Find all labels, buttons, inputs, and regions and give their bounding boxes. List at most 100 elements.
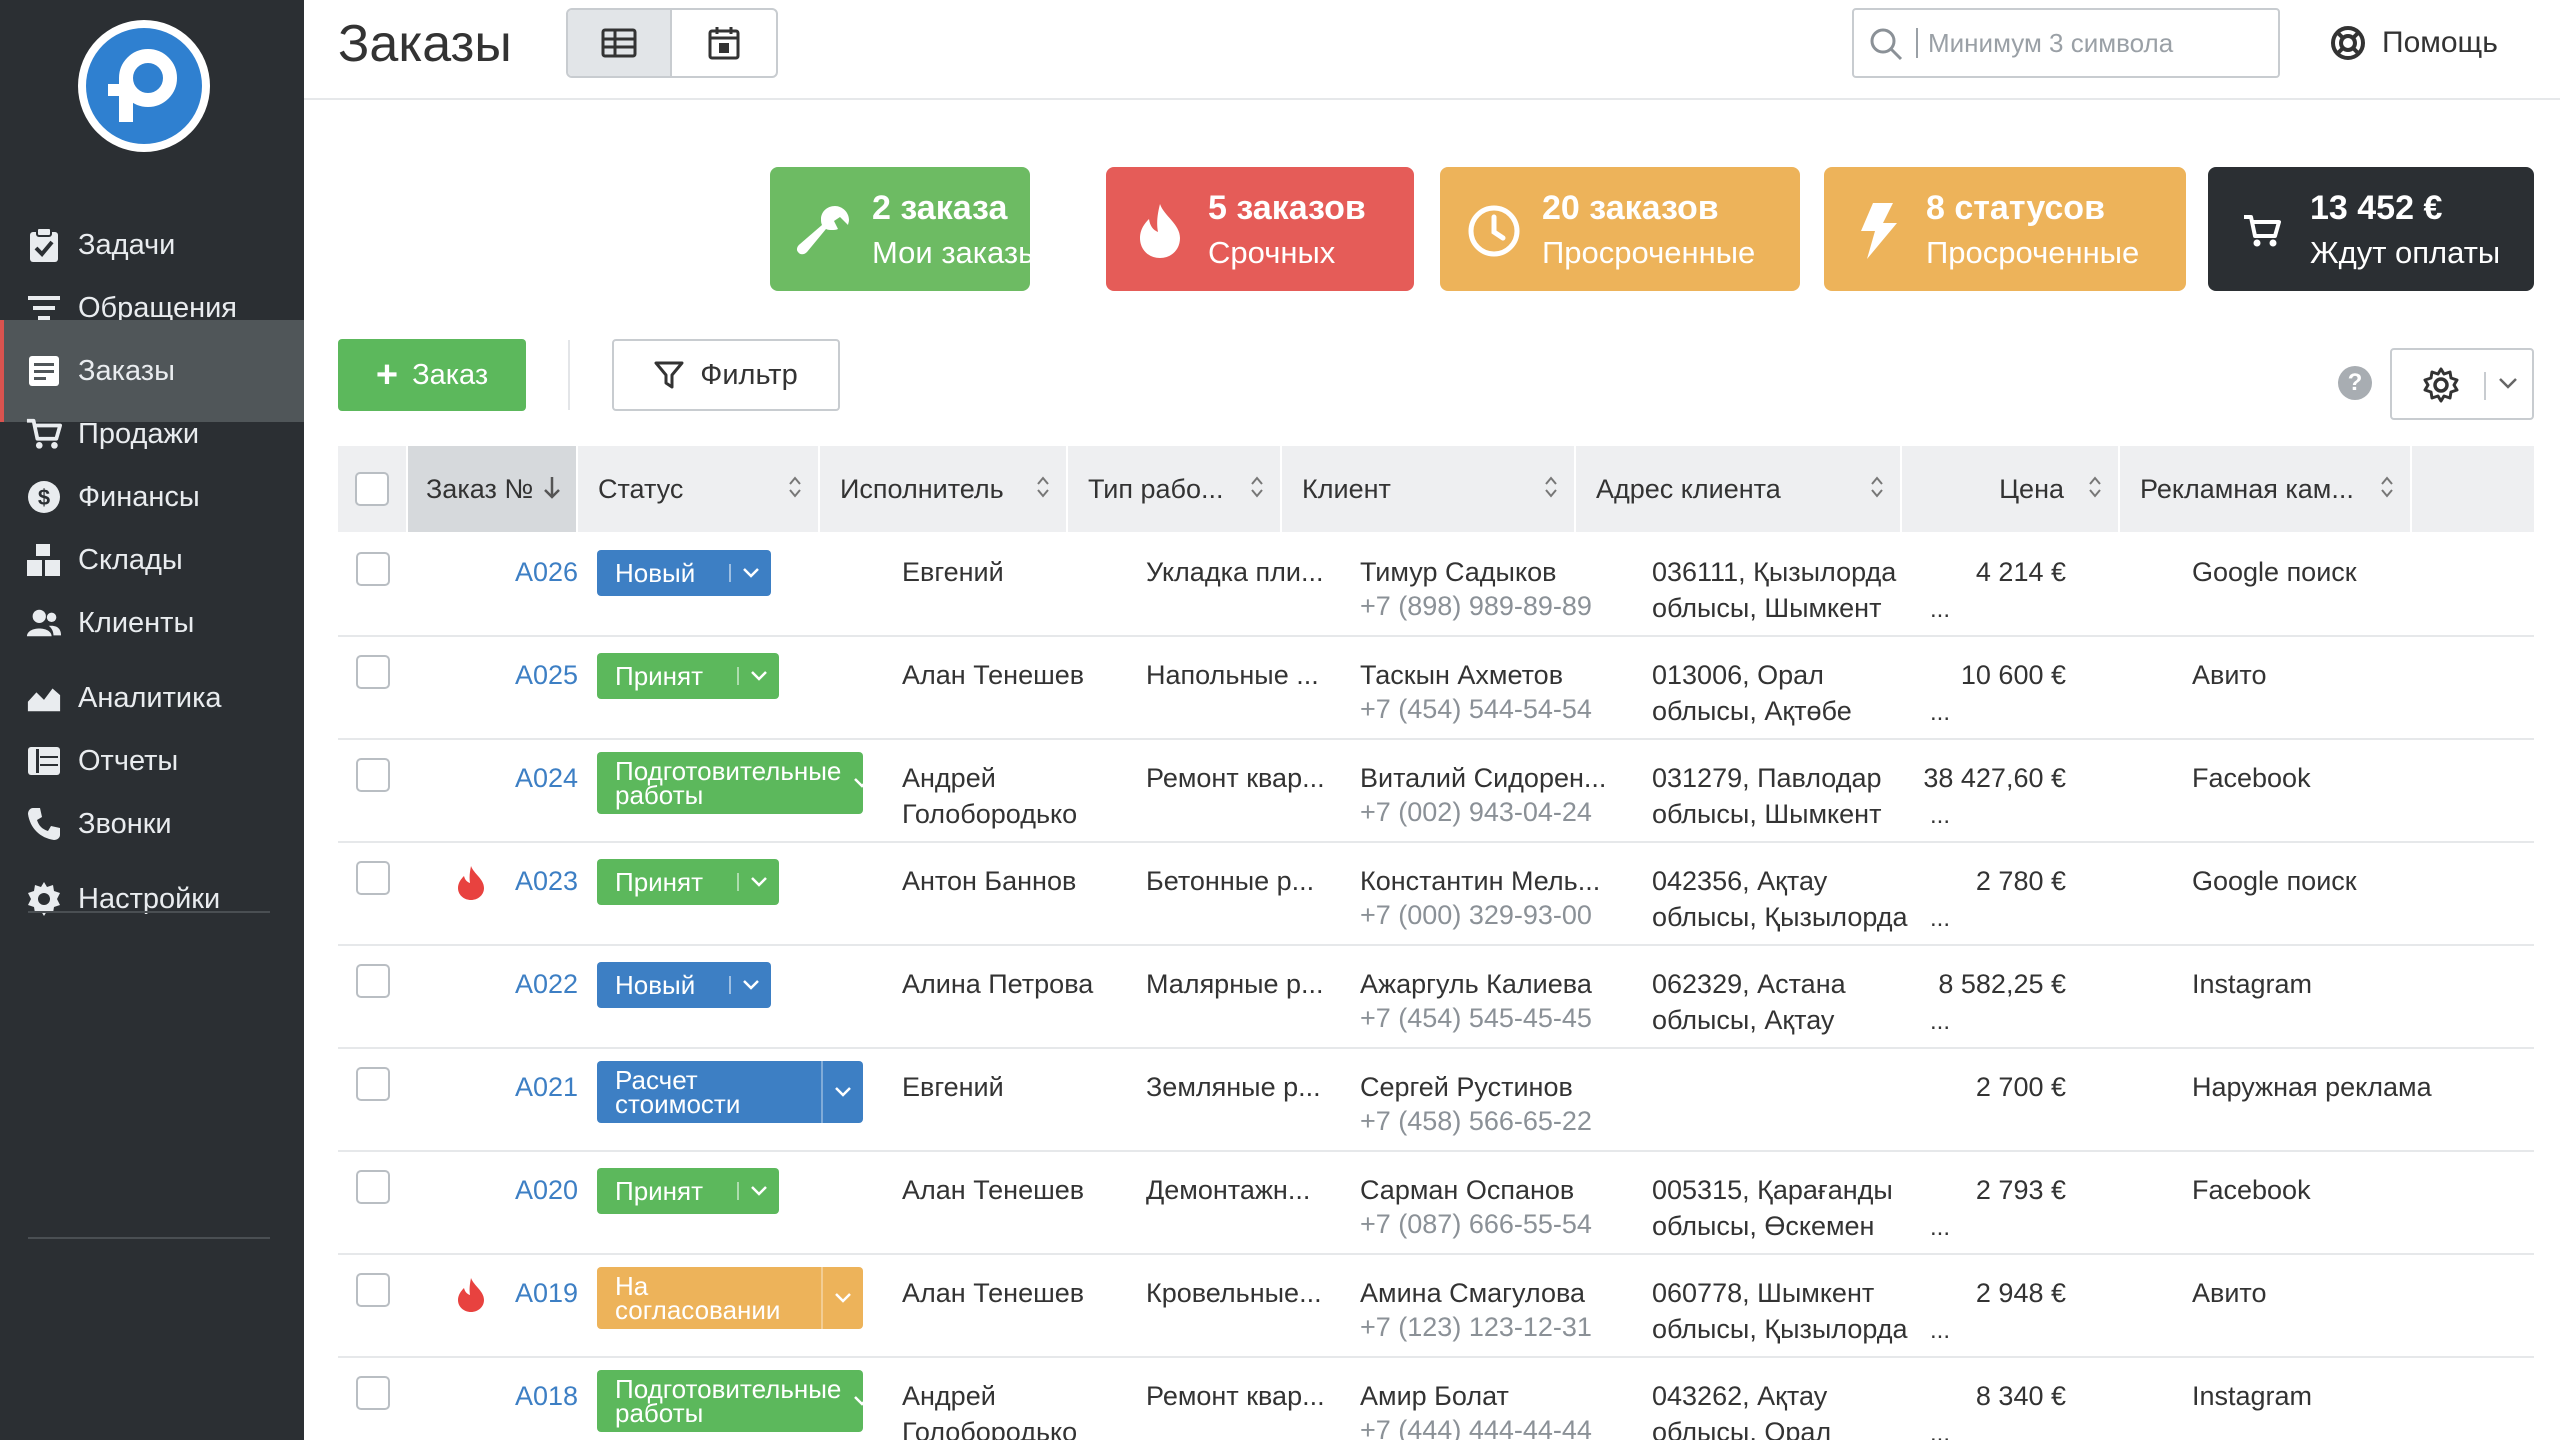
stat-card-0[interactable]: 2 заказа Мои заказы: [770, 167, 1040, 291]
order-number-link[interactable]: A018: [498, 1378, 578, 1414]
chevron-down-icon: [739, 1185, 779, 1197]
status-dropdown[interactable]: Новый: [597, 550, 771, 596]
filter-button[interactable]: Фильтр: [612, 339, 840, 411]
row-checkbox[interactable]: [356, 1376, 390, 1410]
order-number-link[interactable]: A022: [498, 966, 578, 1002]
row-checkbox[interactable]: [356, 1273, 390, 1307]
order-number-link[interactable]: A020: [498, 1172, 578, 1208]
stat-card-3[interactable]: 8 статусов Просроченные: [1824, 167, 2186, 291]
row-checkbox[interactable]: [356, 758, 390, 792]
status-dropdown[interactable]: Расчет стоимости: [597, 1061, 863, 1123]
table-view-button[interactable]: [568, 10, 673, 76]
order-number-link[interactable]: A026: [498, 554, 578, 590]
table-row[interactable]: A021 Расчет стоимости Евгений Земляные р...…: [338, 1049, 2534, 1152]
client-phone: +7 (000) 329-93-00: [1360, 900, 1592, 930]
column-header-label: Цена: [1999, 473, 2064, 504]
client-name[interactable]: Сарман Оспанов: [1360, 1172, 1574, 1208]
select-all-checkbox[interactable]: [355, 472, 389, 506]
order-number-link[interactable]: A025: [498, 657, 578, 693]
client-name[interactable]: Тимур Садыков: [1360, 554, 1556, 590]
order-number-link[interactable]: A021: [498, 1069, 578, 1105]
stat-card-title: 8 статусов: [1926, 189, 2105, 227]
column-header-4[interactable]: Клиент: [1284, 446, 1576, 532]
filter-icon: [654, 361, 684, 389]
table-row[interactable]: A023 Принят Антон Баннов Бетонные р... Конст…: [338, 843, 2534, 946]
column-header-3[interactable]: Тип рабо...: [1070, 446, 1282, 532]
table-row[interactable]: A018 Подготовительные работы Андрей Голобор…: [338, 1358, 2534, 1440]
calendar-view-button[interactable]: [672, 10, 776, 76]
column-header-7[interactable]: Рекламная кам...: [2122, 446, 2412, 532]
status-label: Принят: [615, 1176, 704, 1206]
address-more[interactable]: ...: [1930, 596, 1950, 624]
chevron-down-icon: [823, 1292, 863, 1304]
app-logo[interactable]: [78, 20, 210, 152]
client-name[interactable]: Таскын Ахметов: [1360, 657, 1563, 693]
client-address-line2: облысы, Қызылорда: [1652, 902, 1908, 932]
client-name[interactable]: Константин Мель...: [1360, 863, 1600, 899]
table-row[interactable]: A024 Подготовительные работы Андрей Голобор…: [338, 740, 2534, 843]
table-row[interactable]: A019 На согласовании Алан Тенешев Кровельны…: [338, 1255, 2534, 1358]
search-input[interactable]: [1928, 20, 2268, 66]
order-number-link[interactable]: A019: [498, 1275, 578, 1311]
ad-campaign: Наружная реклама: [2192, 1072, 2432, 1102]
help-link[interactable]: Помощь: [2330, 18, 2498, 68]
status-dropdown[interactable]: Принят: [597, 653, 779, 699]
address-more[interactable]: ...: [1930, 802, 1950, 830]
column-header-5[interactable]: Адрес клиента: [1578, 446, 1902, 532]
row-checkbox[interactable]: [356, 655, 390, 689]
client-name[interactable]: Амир Болат: [1360, 1378, 1509, 1414]
status-dropdown[interactable]: На согласовании: [597, 1267, 863, 1329]
status-label: Расчет стоимости: [615, 1065, 741, 1119]
address-more[interactable]: ...: [1930, 1420, 1950, 1440]
column-header-2[interactable]: Исполнитель: [822, 446, 1068, 532]
column-header-0[interactable]: Заказ №: [408, 446, 578, 532]
stat-card-1[interactable]: 5 заказов Срочных: [1106, 167, 1414, 291]
column-header-1[interactable]: Статус: [580, 446, 820, 532]
client-name[interactable]: Виталий Сидорен...: [1360, 760, 1606, 796]
table-row[interactable]: A026 Новый Евгений Укладка пли... Тимур Сады…: [338, 534, 2534, 637]
plus-icon: +: [375, 354, 399, 396]
address-more[interactable]: ...: [1930, 1317, 1950, 1345]
column-header-label: Заказ №: [426, 473, 534, 504]
order-number-link[interactable]: A023: [498, 863, 578, 899]
status-label: Принят: [615, 867, 704, 897]
status-dropdown[interactable]: Новый: [597, 962, 771, 1008]
table-settings-button[interactable]: [2390, 348, 2534, 420]
order-number-link[interactable]: A024: [498, 760, 578, 796]
column-header-label: Статус: [598, 473, 684, 504]
sort-icon: [2380, 474, 2394, 507]
executor-name: Антон Баннов: [902, 866, 1077, 896]
client-name[interactable]: Амина Смагулова: [1360, 1275, 1585, 1311]
column-header-label: Рекламная кам...: [2140, 473, 2354, 504]
add-order-button[interactable]: + Заказ: [338, 339, 526, 411]
status-label: Новый: [615, 970, 696, 1000]
address-more[interactable]: ...: [1930, 1008, 1950, 1036]
address-more[interactable]: ...: [1930, 905, 1950, 933]
client-address-line1: 043262, Ақтау: [1652, 1381, 1828, 1411]
ad-campaign: Google поиск: [2192, 557, 2357, 587]
stat-card-2[interactable]: 20 заказов Просроченные: [1440, 167, 1800, 291]
help-question-icon[interactable]: ?: [2338, 366, 2372, 400]
row-checkbox[interactable]: [356, 861, 390, 895]
table-row[interactable]: A025 Принят Алан Тенешев Напольные ... Таскы…: [338, 637, 2534, 740]
status-dropdown[interactable]: Принят: [597, 859, 779, 905]
stat-card-4[interactable]: 13 452 € Ждут оплаты: [2208, 167, 2534, 291]
row-checkbox[interactable]: [356, 1170, 390, 1204]
client-name[interactable]: Сергей Рустинов: [1360, 1069, 1573, 1105]
client-address-line2: облысы, Шымкент: [1652, 593, 1882, 623]
address-more[interactable]: ...: [1930, 1214, 1950, 1242]
row-checkbox[interactable]: [356, 552, 390, 586]
sidebar-item-10[interactable]: Настройки: [0, 848, 304, 950]
address-more[interactable]: ...: [1930, 699, 1950, 727]
row-checkbox[interactable]: [356, 1067, 390, 1101]
client-name[interactable]: Ажаргуль Калиева: [1360, 966, 1592, 1002]
status-dropdown[interactable]: Подготовительные работы: [597, 752, 871, 814]
table-row[interactable]: A020 Принят Алан Тенешев Демонтажн... Сарман…: [338, 1152, 2534, 1255]
column-header-6[interactable]: Цена: [1904, 446, 2120, 532]
row-checkbox[interactable]: [356, 964, 390, 998]
stat-card-title: 5 заказов: [1208, 189, 1366, 227]
order-price: 2 948 €: [1975, 1278, 2066, 1308]
status-dropdown[interactable]: Подготовительные работы: [597, 1370, 871, 1432]
table-row[interactable]: A022 Новый Алина Петрова Малярные р... Ажарг…: [338, 946, 2534, 1049]
status-dropdown[interactable]: Принят: [597, 1168, 779, 1214]
